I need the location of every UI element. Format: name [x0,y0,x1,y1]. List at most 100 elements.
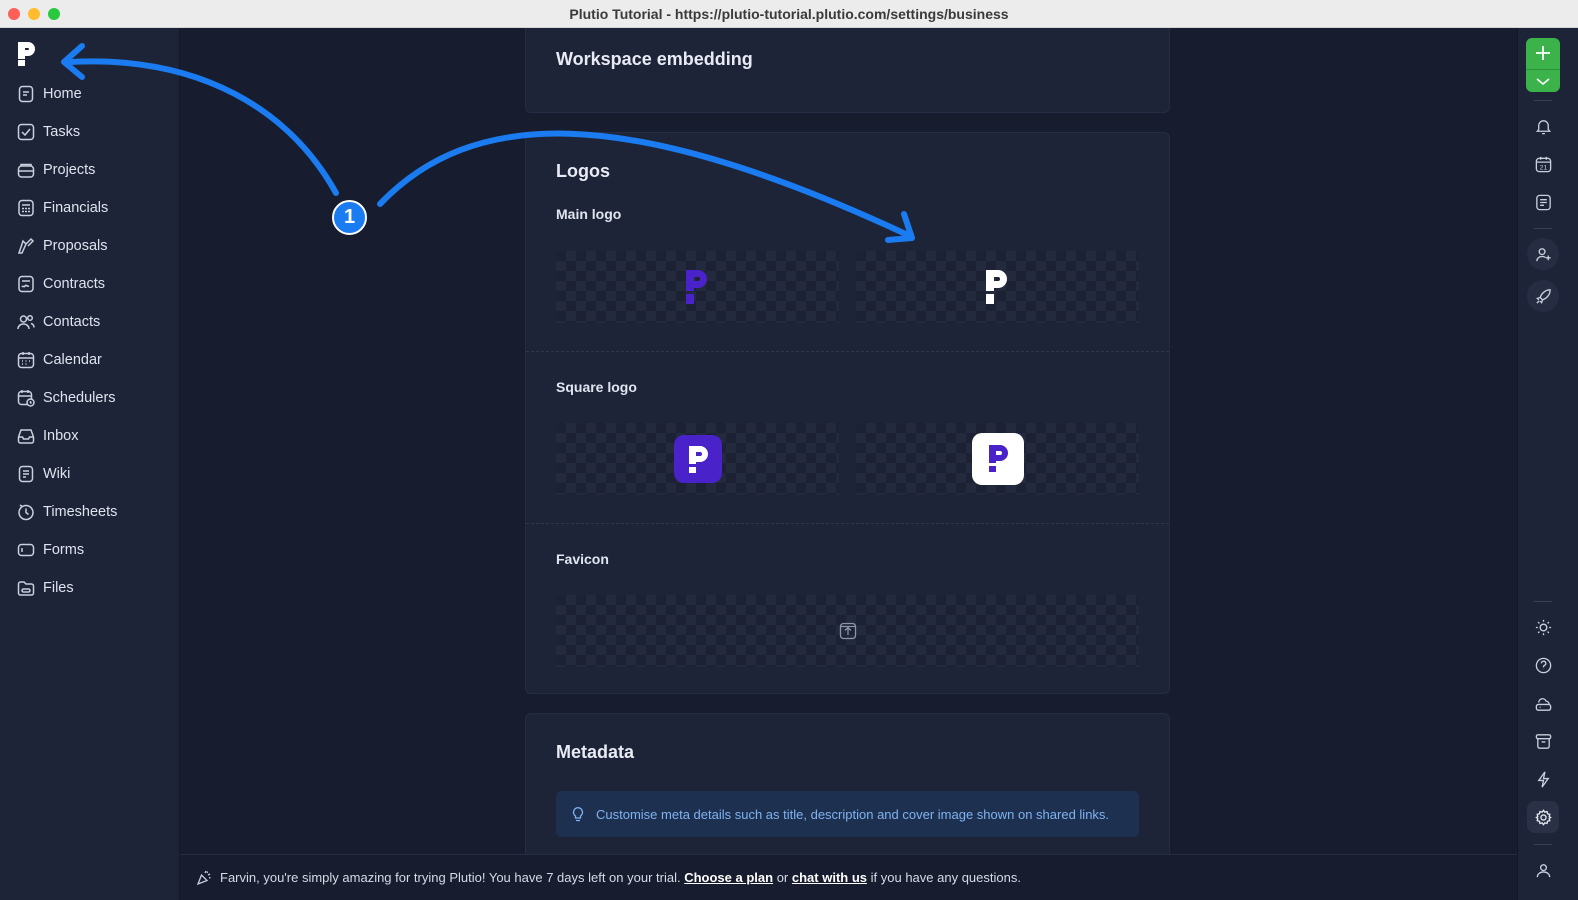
sidebar-item-label: Forms [43,542,85,558]
lightning-icon[interactable] [1527,763,1559,795]
window-title: Plutio Tutorial - https://plutio-tutoria… [569,6,1009,22]
sidebar-item-projects[interactable]: Projects [0,151,180,189]
sidebar-item-label: Inbox [43,428,79,444]
sidebar-item-tasks[interactable]: Tasks [0,113,180,151]
sidebar-item-proposals[interactable]: Proposals [0,227,180,265]
archive-icon[interactable] [1527,725,1559,757]
plutio-main-logo-white [986,270,1007,304]
plutio-main-logo-purple [686,270,707,304]
favicon-upload[interactable] [556,595,1139,667]
rail-divider [1534,228,1552,229]
proposals-icon [17,237,35,254]
upload-icon [839,622,857,640]
sidebar-item-label: Files [43,580,74,596]
choose-plan-link[interactable]: Choose a plan [684,870,773,885]
sidebar-item-schedulers[interactable]: Schedulers [0,379,180,417]
sidebar-item-label: Schedulers [43,390,116,406]
metadata-info-text: Customise meta details such as title, de… [596,806,1110,822]
notes-icon[interactable] [1527,186,1559,218]
sidebar-nav: Home Tasks Projects Financials Proposals… [0,75,180,607]
sidebar-item-label: Home [43,86,82,102]
chevron-down-icon[interactable] [1526,69,1560,92]
schedulers-icon [17,390,35,407]
forms-icon [17,543,35,557]
right-rail: 21 [1517,28,1578,900]
sidebar-item-label: Timesheets [43,504,118,520]
metadata-card: Metadata Customise meta details such as … [525,713,1170,854]
sidebar-item-label: Contacts [43,314,101,330]
workspace-embedding-title: Workspace embedding [556,49,753,69]
cloud-storage-icon[interactable] [1527,687,1559,719]
invite-user-icon[interactable] [1527,238,1559,270]
square-logo-dark-upload[interactable] [856,423,1139,495]
sidebar-item-label: Proposals [43,238,108,254]
sidebar-item-calendar[interactable]: Calendar [0,341,180,379]
logos-title: Logos [556,161,610,181]
window-titlebar: Plutio Tutorial - https://plutio-tutoria… [0,0,1578,28]
help-icon[interactable] [1527,649,1559,681]
chat-with-us-link[interactable]: chat with us [792,870,867,885]
user-account-icon[interactable] [1527,854,1559,886]
main-content[interactable]: Workspace embedding Logos Main logo Squa… [180,28,1517,854]
metadata-info-box: Customise meta details such as title, de… [556,791,1139,837]
wiki-icon [18,465,34,483]
inbox-icon [17,429,35,444]
rail-divider [1534,601,1552,602]
timesheets-icon [18,504,34,521]
party-icon [196,870,211,885]
contacts-icon [17,314,35,330]
rocket-icon[interactable] [1527,280,1559,312]
main-logo-dark-upload[interactable] [856,251,1139,323]
workspace-embedding-card: Workspace embedding [525,28,1170,113]
plus-icon[interactable] [1526,38,1560,68]
plutio-logo-icon[interactable] [16,40,40,68]
metadata-title: Metadata [556,742,635,762]
sidebar-item-label: Financials [43,200,109,216]
sidebar-item-contacts[interactable]: Contacts [0,303,180,341]
trial-text-end: if you have any questions. [870,870,1021,885]
settings-gear-icon[interactable] [1527,801,1559,833]
files-icon [17,581,35,596]
rail-divider [1534,844,1552,845]
bell-icon[interactable] [1527,110,1559,142]
annotation-step-badge: 1 [332,200,367,235]
rail-divider [1534,100,1552,101]
svg-text:21: 21 [1539,164,1547,171]
contracts-icon [18,275,34,293]
sidebar-item-forms[interactable]: Forms [0,531,180,569]
sun-icon[interactable] [1527,611,1559,643]
sidebar-item-timesheets[interactable]: Timesheets [0,493,180,531]
tasks-icon [17,123,35,141]
sidebar-item-files[interactable]: Files [0,569,180,607]
projects-icon [17,163,35,178]
trial-banner: Farvin, you're simply amazing for trying… [180,854,1517,900]
sidebar: Home Tasks Projects Financials Proposals… [0,28,180,900]
sidebar-item-wiki[interactable]: Wiki [0,455,180,493]
sidebar-item-label: Projects [43,162,96,178]
sidebar-item-label: Tasks [43,124,81,140]
calendar-date-icon[interactable]: 21 [1527,148,1559,180]
main-logo-light-upload[interactable] [556,251,839,323]
logos-divider [526,351,1169,352]
financials-icon [18,199,34,217]
main-logo-label: Main logo [556,206,622,222]
sidebar-item-home[interactable]: Home [0,75,180,113]
sidebar-item-label: Calendar [43,352,102,368]
calendar-icon [17,352,35,369]
plutio-square-logo-white [972,433,1024,485]
quick-add-button[interactable] [1526,38,1560,92]
sidebar-item-financials[interactable]: Financials [0,189,180,227]
logos-card: Logos Main logo Square logo Favicon [525,132,1170,694]
sidebar-item-label: Contracts [43,276,106,292]
square-logo-label: Square logo [556,379,637,395]
trial-text: Farvin, you're simply amazing for trying… [220,870,681,885]
favicon-label: Favicon [556,551,609,567]
home-icon [18,85,34,103]
lightbulb-icon [572,807,584,822]
sidebar-item-inbox[interactable]: Inbox [0,417,180,455]
trial-or-text: or [776,870,789,885]
square-logo-light-upload[interactable] [556,423,839,495]
logos-divider [526,523,1169,524]
plutio-square-logo-purple [674,435,722,483]
sidebar-item-contracts[interactable]: Contracts [0,265,180,303]
